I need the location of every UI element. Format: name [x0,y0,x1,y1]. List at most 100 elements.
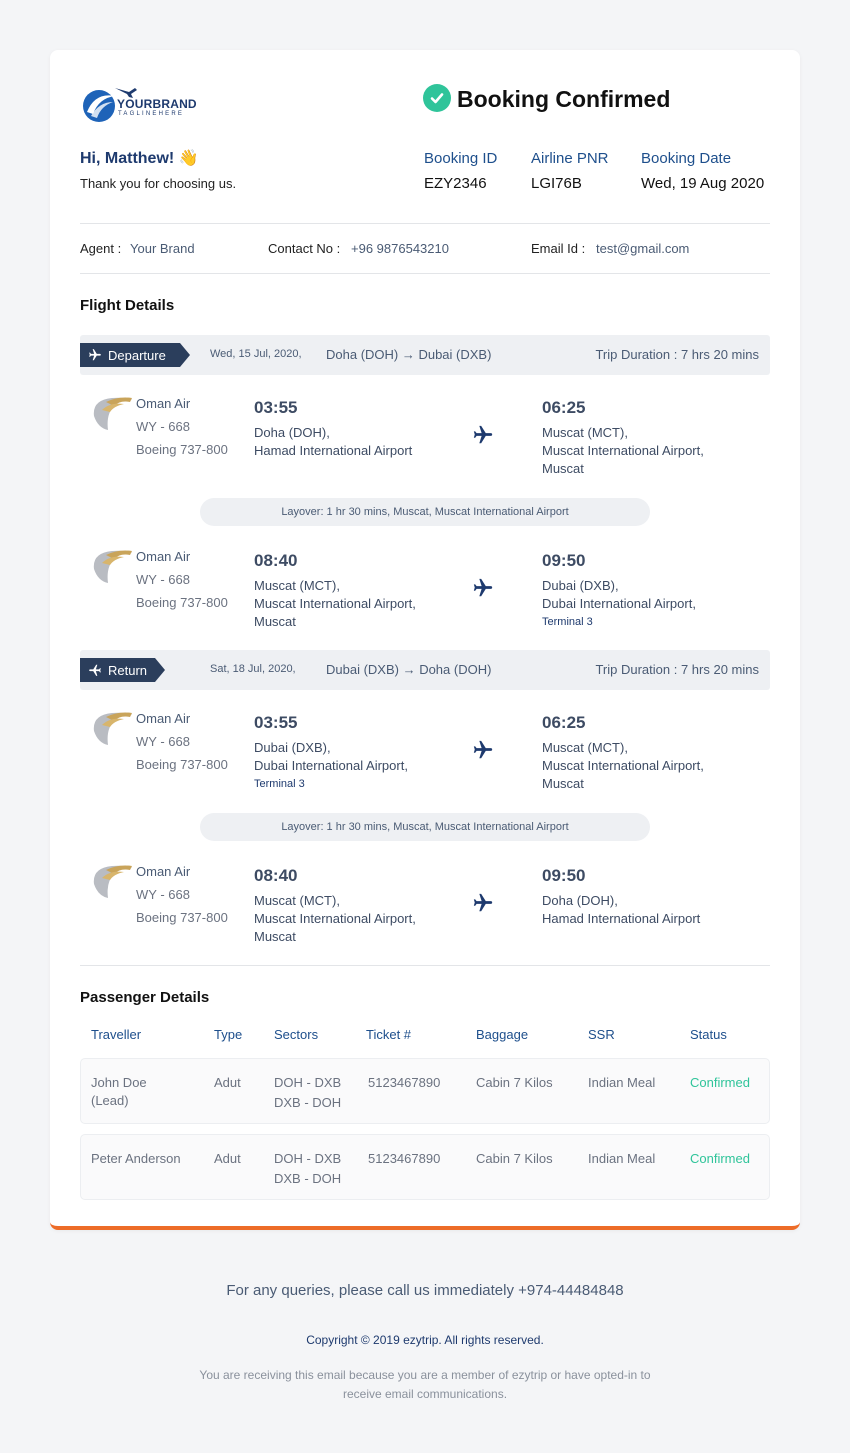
baggage-cell: Cabin 7 Kilos [476,1151,553,1166]
status-badge: Confirmed [690,1075,750,1090]
departure-tag: Departure [80,343,190,367]
agent-value: Your Brand [130,241,195,256]
oman-air-logo-icon [93,397,132,430]
aircraft: Boeing 737-800 [136,757,228,772]
status-badge: Confirmed [690,1151,750,1166]
col-type: Type [214,1027,243,1042]
sectors-cell: DOH - DXB DXB - DOH [274,1149,341,1189]
footer-queries: For any queries, please call us immediat… [226,1282,624,1299]
ssr-cell: Indian Meal [588,1075,656,1090]
airline-name: Oman Air [136,549,191,564]
plane-icon [88,348,102,362]
contact-label: Contact No : [268,241,341,256]
flight-number: WY - 668 [136,419,190,434]
brand-tagline: TAGLINEHERE [118,111,185,117]
booking-date-value: Wed, 19 Aug 2020 [641,175,765,192]
col-traveller: Traveller [91,1027,142,1042]
type-cell: Adut [214,1151,241,1166]
col-ticket: Ticket # [366,1027,412,1042]
arrival-place: Muscat (MCT), Muscat International Airpo… [542,424,704,478]
greeting: Hi, Matthew! 👋 [80,150,199,167]
traveller-cell: John Doe (Lead) [91,1073,147,1111]
airline-name: Oman Air [136,864,191,879]
trip-route: Dubai (DXB) → Doha (DOH) [326,662,492,677]
table-row: John Doe (Lead) Adut DOH - DXB DXB - DOH… [80,1058,770,1124]
departure-time: 03:55 [254,713,298,732]
ticket-cell: 5123467890 [368,1075,441,1090]
departure-place: Muscat (MCT), Muscat International Airpo… [254,892,416,946]
table-row: Peter Anderson Adut DOH - DXB DXB - DOH … [80,1134,770,1200]
ssr-cell: Indian Meal [588,1151,656,1166]
flight-segment: Oman Air WY - 668 Boeing 737-800 03:55 D… [80,705,770,805]
terminal: Terminal 3 [254,778,305,790]
divider [80,223,770,224]
place-line: Muscat (MCT), [542,425,628,440]
arrival-place: Dubai (DXB), Dubai International Airport… [542,577,696,631]
arrival-time: 06:25 [542,398,586,417]
departure-place: Doha (DOH), Hamad International Airport [254,424,412,460]
plane-icon [473,740,493,759]
place-line: Muscat International Airport, [254,596,416,611]
departure-time: 08:40 [254,551,298,570]
booking-id-label: Booking ID [424,150,498,167]
arrival-place: Doha (DOH), Hamad International Airport [542,892,700,928]
trip-route: Doha (DOH) → Dubai (DXB) [326,347,492,362]
plane-icon [473,893,493,912]
departure-place: Muscat (MCT), Muscat International Airpo… [254,577,416,631]
flight-segment: Oman Air WY - 668 Boeing 737-800 08:40 M… [80,543,770,643]
footer-copyright: Copyright © 2019 ezytrip. All rights res… [306,1333,544,1347]
booking-card: YOURBRAND TAGLINEHERE Booking Confirmed … [50,50,800,1230]
arrival-time: 09:50 [542,551,586,570]
contact-value[interactable]: +96 9876543210 [351,241,449,256]
divider [80,965,770,966]
place-line: Muscat International Airport, [542,443,704,458]
oman-air-logo-icon [93,550,132,583]
airline-name: Oman Air [136,396,191,411]
aircraft: Boeing 737-800 [136,910,228,925]
airline-name: Oman Air [136,711,191,726]
place-line: Muscat (MCT), [254,578,340,593]
email-value[interactable]: test@gmail.com [596,241,689,256]
type-cell: Adut [214,1075,241,1090]
sectors-cell: DOH - DXB DXB - DOH [274,1073,341,1113]
return-tag-label: Return [108,662,148,678]
aircraft: Boeing 737-800 [136,595,228,610]
place-line: Dubai International Airport, [542,596,696,611]
flight-number: WY - 668 [136,887,190,902]
place-line: Muscat [254,614,296,629]
plane-icon [473,425,493,444]
place-line: Doha (DOH), [542,893,618,908]
place-line: Muscat [542,776,584,791]
sector: DXB - DOH [274,1171,342,1186]
place-line: Doha (DOH), [254,425,330,440]
oman-air-logo-icon [93,865,132,898]
place-line: Hamad International Airport [254,443,413,458]
col-ssr: SSR [588,1027,615,1042]
flight-segment: Oman Air WY - 668 Boeing 737-800 03:55 D… [80,390,770,490]
place-line: Muscat International Airport, [542,758,704,773]
return-trip-bar: Return Sat, 18 Jul, 2020, Dubai (DXB) → … [80,650,770,690]
place-line: Dubai (DXB), [542,578,619,593]
check-circle-icon [423,84,451,112]
oman-air-logo-icon [93,712,132,745]
arrival-time: 06:25 [542,713,586,732]
thanks-text: Thank you for choosing us. [80,176,237,191]
arrival-place: Muscat (MCT), Muscat International Airpo… [542,739,704,793]
place-line: Muscat International Airport, [254,911,416,926]
place-line: Muscat [542,461,584,476]
place-line: Muscat (MCT), [254,893,340,908]
ticket-cell: 5123467890 [368,1151,441,1166]
layover-pill: Layover: 1 hr 30 mins, Muscat, Muscat In… [200,813,650,841]
flight-number: WY - 668 [136,734,190,749]
flight-number: WY - 668 [136,572,190,587]
sector: DOH - DXB [274,1075,342,1090]
col-status: Status [690,1027,727,1042]
divider [80,273,770,274]
layover-pill: Layover: 1 hr 30 mins, Muscat, Muscat In… [200,498,650,526]
traveller-name: John Doe [91,1075,147,1090]
place-line: Hamad International Airport [542,911,701,926]
traveller-cell: Peter Anderson [91,1149,181,1169]
traveller-name: Peter Anderson [91,1151,181,1166]
arrival-time: 09:50 [542,866,586,885]
booking-id-value: EZY2346 [424,175,487,192]
